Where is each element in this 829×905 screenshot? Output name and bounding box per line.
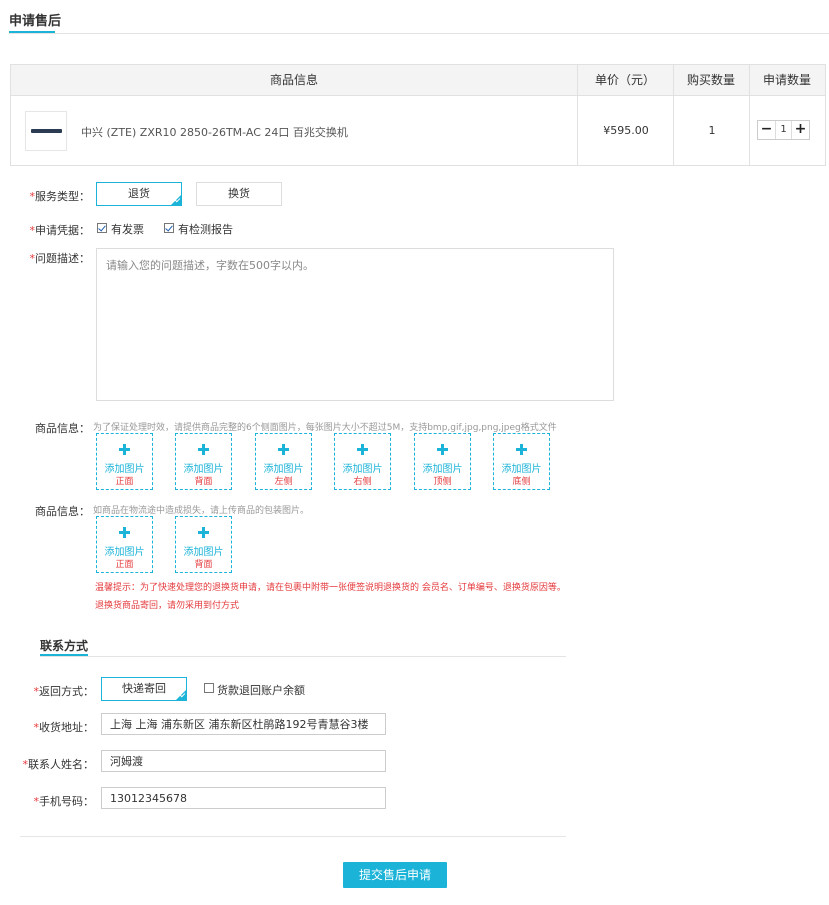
plus-icon	[176, 524, 231, 542]
contact-section-title: 联系方式	[40, 639, 89, 653]
upload-label: 添加图片	[183, 464, 224, 475]
service-option-exchange[interactable]: 换货	[196, 182, 282, 206]
problem-description-textarea[interactable]	[96, 248, 614, 401]
inspection-report-checkbox-label: 有检测报告	[178, 223, 233, 236]
return-method-label: *返回方式：	[33, 685, 95, 698]
upload-side-label: 右侧	[353, 477, 372, 487]
plus-icon	[256, 441, 311, 459]
quantity-stepper: − 1 +	[757, 120, 810, 140]
plus-icon	[176, 441, 231, 459]
plus-icon	[335, 441, 390, 459]
upload-side-label: 正面	[115, 477, 134, 487]
product-thumbnail[interactable]	[25, 111, 67, 151]
plus-icon	[97, 524, 152, 542]
col-divider	[673, 65, 674, 165]
service-option-return[interactable]: 退货	[96, 182, 182, 206]
upload-label: 添加图片	[183, 547, 224, 558]
address-label: *收货地址：	[33, 721, 95, 734]
upload-top[interactable]: 添加图片 顶侧	[414, 433, 471, 490]
switch-image	[31, 129, 62, 133]
problem-label: *问题描述：	[29, 252, 91, 265]
upload-package-front[interactable]: 添加图片 正面	[96, 516, 153, 573]
product-photos-label: 商品信息：	[35, 422, 90, 435]
product-name: 中兴 (ZTE) ZXR10 2850-26TM-AC 24口 百兆交换机	[81, 126, 348, 139]
table-header: 商品信息 单价（元） 购买数量 申请数量	[11, 65, 825, 96]
service-option-exchange-label: 换货	[228, 187, 250, 200]
upload-side-label: 底侧	[512, 477, 531, 487]
service-option-return-label: 退货	[128, 187, 150, 200]
decrement-button[interactable]: −	[758, 121, 775, 139]
upload-right[interactable]: 添加图片 右侧	[334, 433, 391, 490]
upload-label: 添加图片	[342, 464, 383, 475]
evidence-label: *申请凭据：	[29, 224, 91, 237]
warning-line-1: 温馨提示：为了快速处理您的退换货申请，请在包裹中附带一张便签说明退换货的 会员名…	[95, 583, 566, 593]
refund-to-balance-checkbox[interactable]	[204, 683, 214, 693]
bottom-divider	[20, 836, 566, 837]
upload-side-label: 正面	[115, 560, 134, 570]
upload-label: 添加图片	[104, 547, 145, 558]
return-method-option-courier[interactable]: 快递寄回	[101, 677, 187, 701]
col-header-buy-qty: 购买数量	[686, 73, 735, 87]
upload-label: 添加图片	[501, 464, 542, 475]
page-title: 申请售后	[9, 14, 62, 29]
buy-quantity: 1	[708, 124, 716, 137]
submit-button[interactable]: 提交售后申请	[343, 862, 447, 888]
upload-side-label: 左侧	[274, 477, 293, 487]
plus-icon	[97, 441, 152, 459]
col-header-price: 单价（元）	[594, 73, 655, 87]
section-divider	[40, 656, 566, 657]
col-header-apply-qty: 申请数量	[762, 73, 811, 87]
upload-package-back[interactable]: 添加图片 背面	[175, 516, 232, 573]
selected-check-icon	[176, 690, 186, 700]
product-table: 商品信息 单价（元） 购买数量 申请数量 中兴 (ZTE) ZXR10 2850…	[10, 64, 826, 166]
service-type-label: *服务类型：	[29, 190, 91, 203]
phone-label: *手机号码：	[33, 795, 95, 808]
col-divider	[749, 65, 750, 165]
product-photos-hint: 为了保证处理时效，请提供商品完整的6个侧面图片，每张图片大小不超过5M，支持bm…	[93, 423, 557, 433]
phone-input[interactable]	[101, 787, 386, 809]
header-divider	[9, 33, 829, 34]
plus-icon	[415, 441, 470, 459]
product-price: ¥595.00	[603, 124, 649, 137]
upload-label: 添加图片	[422, 464, 463, 475]
upload-left[interactable]: 添加图片 左侧	[255, 433, 312, 490]
plus-icon	[494, 441, 549, 459]
invoice-checkbox[interactable]	[97, 223, 107, 233]
upload-front[interactable]: 添加图片 正面	[96, 433, 153, 490]
upload-back[interactable]: 添加图片 背面	[175, 433, 232, 490]
upload-bottom[interactable]: 添加图片 底侧	[493, 433, 550, 490]
package-photos-label: 商品信息：	[35, 505, 90, 518]
upload-side-label: 背面	[194, 477, 213, 487]
inspection-report-checkbox[interactable]	[164, 223, 174, 233]
warning-line-2: 退换货商品寄回，请勿采用到付方式	[95, 601, 240, 611]
quantity-value[interactable]: 1	[775, 121, 792, 139]
increment-button[interactable]: +	[792, 121, 809, 139]
contact-name-input[interactable]	[101, 750, 386, 772]
upload-side-label: 顶侧	[433, 477, 452, 487]
return-method-option-label: 快递寄回	[122, 682, 166, 695]
upload-label: 添加图片	[263, 464, 304, 475]
contact-name-label: *联系人姓名：	[22, 758, 95, 771]
package-photos-hint: 如商品在物流途中造成损失，请上传商品的包装图片。	[93, 506, 310, 516]
selected-check-icon	[171, 195, 181, 205]
page-header: 申请售后	[0, 0, 829, 36]
refund-to-balance-label: 货款退回账户余额	[217, 684, 305, 697]
col-header-info: 商品信息	[269, 73, 318, 87]
upload-side-label: 背面	[194, 560, 213, 570]
col-divider	[577, 65, 578, 165]
invoice-checkbox-label: 有发票	[111, 223, 144, 236]
address-input[interactable]	[101, 713, 386, 735]
upload-label: 添加图片	[104, 464, 145, 475]
